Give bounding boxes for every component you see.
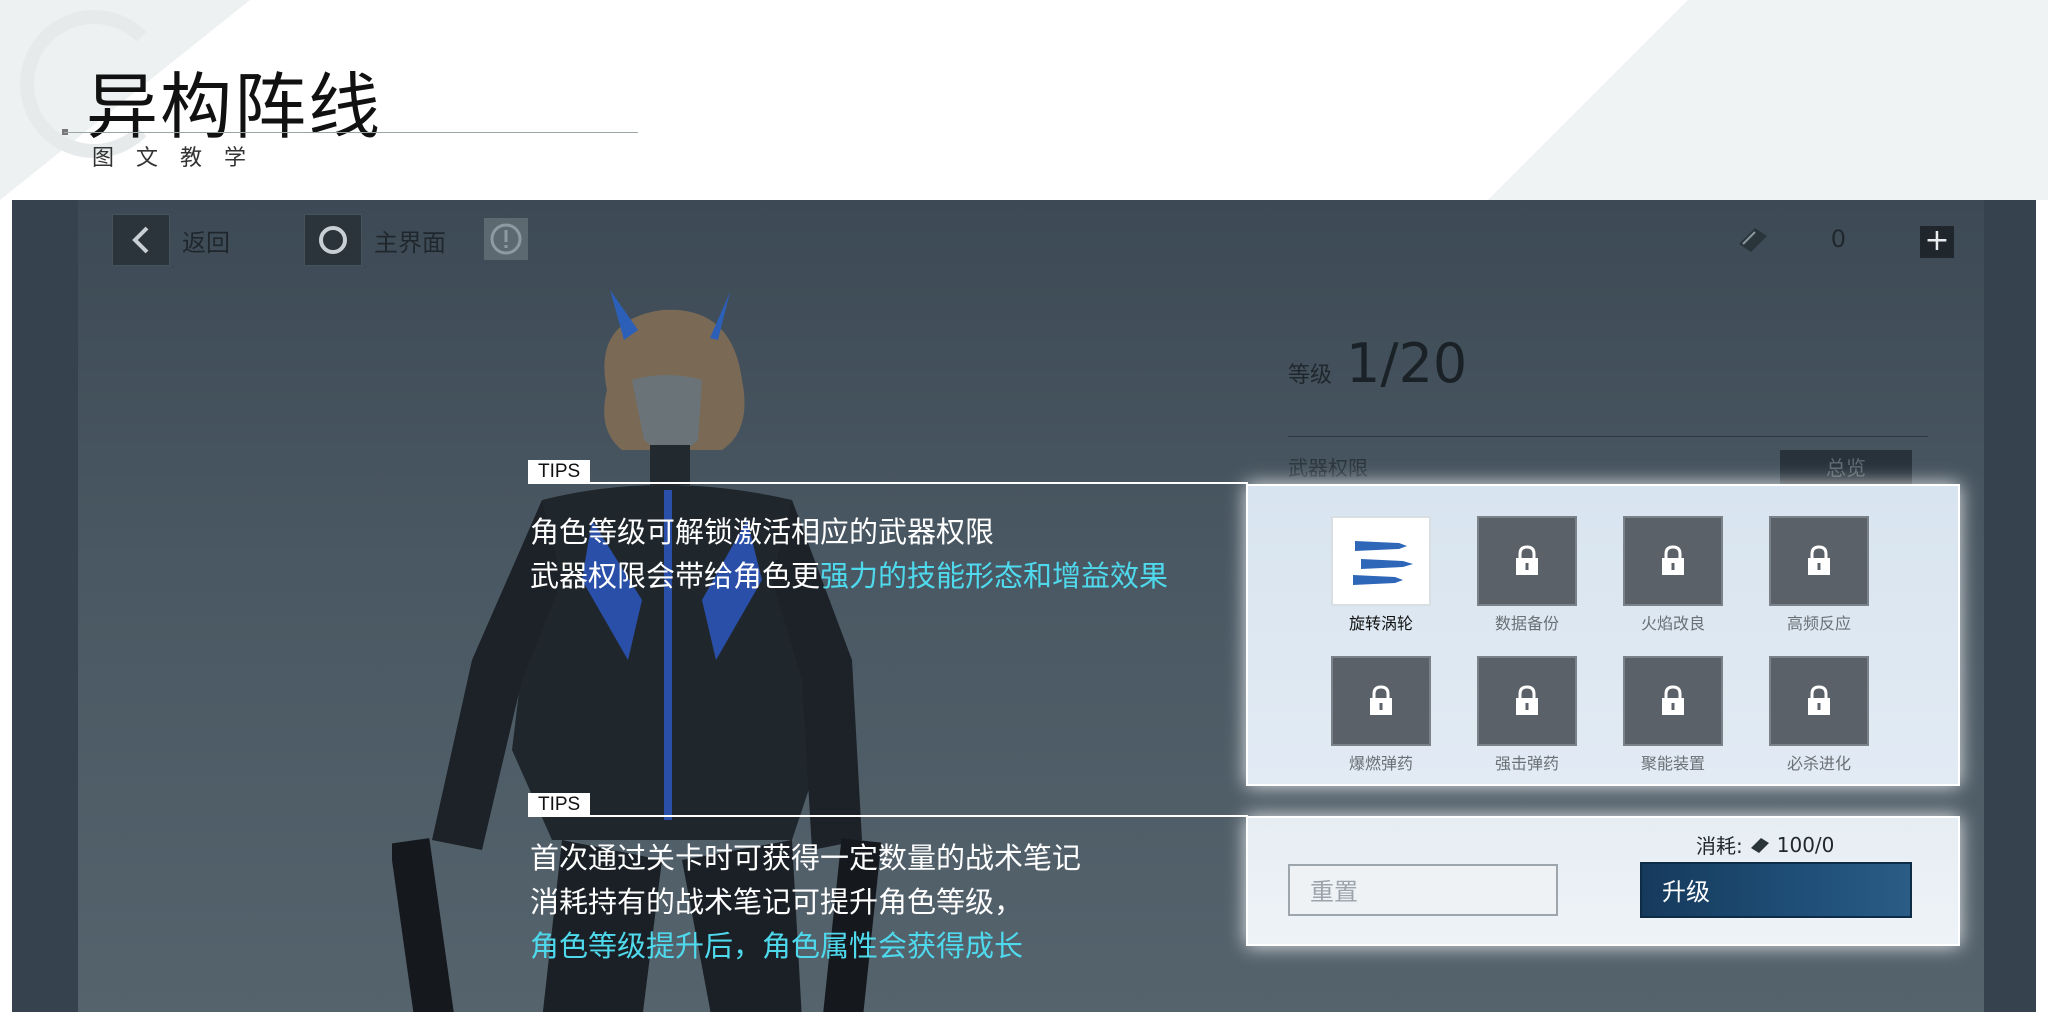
- permission-name: 聚能装置: [1640, 754, 1705, 773]
- permission-name: 火焰改良: [1640, 614, 1705, 633]
- permission-name: 强击弹药: [1494, 754, 1559, 773]
- lock-icon: [1331, 656, 1431, 746]
- tip-2-line-3: 角色等级提升后，角色属性会获得成长: [530, 929, 1024, 963]
- tips-line-1: [528, 482, 1248, 484]
- tips-tag-2: TIPS: [528, 793, 591, 817]
- lock-icon: [1477, 656, 1577, 746]
- info-button[interactable]: [484, 218, 528, 260]
- cost-value: 100/0: [1776, 832, 1835, 857]
- permission-name: 旋转涡轮: [1348, 614, 1413, 633]
- page-title: 异构阵线: [86, 65, 383, 149]
- upgrade-panel: 消耗: 100/0 重置 升级: [1246, 816, 1960, 946]
- permission-name: 数据备份: [1494, 614, 1559, 633]
- permissions-title: 武器权限: [1288, 456, 1368, 480]
- tip-1-highlight: 强力的技能形态和增益效果: [820, 559, 1169, 593]
- back-icon: [112, 214, 170, 266]
- tip-2-line-1: 首次通过关卡时可获得一定数量的战术笔记: [530, 841, 1082, 875]
- cost-display: 消耗: 100/0: [1696, 830, 1834, 859]
- permission-name: 爆燃弹药: [1348, 754, 1413, 773]
- permissions-grid: 旋转涡轮 数据备份 火焰改良 高频反应爆燃弹药 强击弹药 聚能装置 必杀进化: [1331, 516, 1869, 774]
- weapon-permissions-panel: 旋转涡轮 数据备份 火焰改良 高频反应爆燃弹药 强击弹药 聚能装置 必杀进化: [1246, 484, 1960, 786]
- upgrade-button[interactable]: 升级: [1640, 862, 1912, 918]
- lock-icon: [1477, 516, 1577, 606]
- overview-button[interactable]: 总览: [1780, 450, 1912, 486]
- screen-edge-right: [1984, 200, 2036, 1012]
- level-divider: [1288, 436, 1928, 437]
- tip-2-text: 首次通过关卡时可获得一定数量的战术笔记 消耗持有的战术笔记可提升角色等级， 角色…: [530, 836, 1081, 968]
- tactical-notes-icon: [1750, 837, 1769, 853]
- home-label: 主界面: [374, 228, 446, 257]
- permission-item[interactable]: 旋转涡轮: [1331, 516, 1431, 634]
- permission-item[interactable]: 火焰改良: [1623, 516, 1723, 634]
- page-subtitle: 图文教学: [92, 146, 269, 171]
- lock-icon: [1623, 656, 1723, 746]
- permission-item[interactable]: 聚能装置: [1623, 656, 1723, 774]
- permission-item[interactable]: 爆燃弹药: [1331, 656, 1431, 774]
- info-icon: [490, 223, 522, 255]
- home-icon: [304, 214, 362, 266]
- tips-line-2: [528, 815, 1248, 817]
- tip-1-text: 角色等级可解锁激活相应的武器权限 武器权限会带给角色更强力的技能形态和增益效果: [530, 510, 1168, 598]
- home-button[interactable]: 主界面: [304, 214, 446, 266]
- level-value: 1/20: [1346, 332, 1468, 395]
- permission-item[interactable]: 数据备份: [1477, 516, 1577, 634]
- back-label: 返回: [182, 228, 230, 257]
- level-label: 等级: [1288, 363, 1333, 388]
- screen-edge-left: [12, 200, 78, 1012]
- missiles-icon: [1331, 516, 1431, 606]
- tip-1-line-1: 角色等级可解锁激活相应的武器权限: [530, 515, 995, 549]
- tip-1-line-2: 武器权限会带给角色更强力的技能形态和增益效果: [530, 559, 1169, 593]
- reset-button[interactable]: 重置: [1288, 864, 1558, 916]
- add-currency-button[interactable]: +: [1920, 226, 1954, 258]
- back-button[interactable]: 返回: [112, 214, 230, 266]
- permission-name: 高频反应: [1786, 614, 1851, 633]
- permission-item[interactable]: 强击弹药: [1477, 656, 1577, 774]
- cost-label: 消耗:: [1696, 834, 1743, 858]
- tip-2-line-2: 消耗持有的战术笔记可提升角色等级，: [530, 885, 1024, 919]
- header-bg-right: [1448, 0, 2048, 200]
- currency-value: 0: [1830, 225, 1846, 253]
- lock-icon: [1623, 516, 1723, 606]
- lock-icon: [1769, 516, 1869, 606]
- title-divider: [64, 132, 638, 133]
- lock-icon: [1769, 656, 1869, 746]
- level-display: 等级 1/20: [1288, 332, 1467, 395]
- permission-item[interactable]: 必杀进化: [1769, 656, 1869, 774]
- tips-tag-1: TIPS: [528, 460, 591, 484]
- tactical-notes-icon: [1738, 228, 1767, 252]
- permission-name: 必杀进化: [1786, 754, 1851, 773]
- currency-display: 0: [1735, 224, 1946, 254]
- permission-item[interactable]: 高频反应: [1769, 516, 1869, 634]
